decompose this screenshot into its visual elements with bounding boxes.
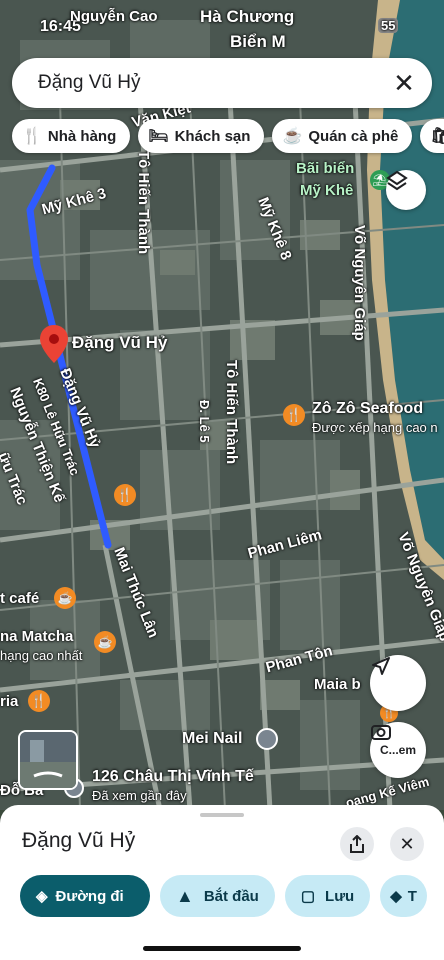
poi-subtitle: Đã xem gần đây [92,788,187,803]
navigation-icon: ▲ [176,885,194,906]
map-label: Mỹ Khê [300,182,354,199]
cafe-pin-icon[interactable]: ☕ [94,631,116,653]
search-bar[interactable]: Đặng Vũ Hỷ ✕ [12,58,432,108]
start-label: Bắt đầu [203,887,259,905]
directions-icon: ◈ [36,888,48,905]
map-label: Nguyễn Cao [70,8,158,25]
layers-button[interactable] [386,170,426,210]
cafe-pin-icon[interactable]: ☕ [54,587,76,609]
place-title: Đặng Vũ Hỷ [22,829,136,852]
home-indicator [143,946,301,951]
street-view-icon [20,732,76,788]
place-pin-icon[interactable] [256,728,278,750]
drag-handle[interactable] [200,813,244,817]
camera-search-icon [371,725,391,740]
category-chips: 🍴 Nhà hàng 🛏 Khách sạn ☕ Quán cà phê 🛍 [12,119,444,155]
map-label: Bãi biển [296,160,355,177]
poi-name: 126 Châu Thị Vĩnh Tế [92,768,254,785]
chip-restaurants[interactable]: 🍴 Nhà hàng [12,119,131,153]
search-input[interactable]: Đặng Vũ Hỷ [38,72,384,94]
selected-place-label: Đặng Vũ Hỷ [72,333,168,352]
map-label: Maia b [314,676,361,693]
action-buttons: ◈ Đường đi ▲ Bắt đầu ▢ Lưu ◆ T [20,875,427,917]
map-label: Võ Nguyên Giáp [351,225,368,341]
label-icon: ◆ [390,888,402,905]
fork-knife-icon: 🍴 [22,128,42,145]
share-button[interactable] [340,827,374,861]
save-label: Lưu [325,887,355,905]
map-label: Tô Hiến Thành [135,150,152,255]
poi-name: Mei Nail [182,730,243,747]
chip-label: Nhà hàng [47,127,117,145]
locate-me-button[interactable] [370,655,426,711]
map-view[interactable]: 16:45 55 Nguyễn Cao Hà Chương Biển M Văn… [0,0,444,810]
restaurant-pin-icon[interactable]: 🍴 [28,690,50,712]
close-icon[interactable]: ✕ [384,63,424,103]
chip-shopping[interactable]: 🛍 [420,119,444,153]
save-button[interactable]: ▢ Lưu [284,875,371,917]
chip-label: Khách sạn [174,127,251,145]
layers-icon [386,170,408,191]
poi-name: na Matcha [0,628,74,645]
close-icon: ✕ [399,833,415,854]
camera-search-button[interactable]: C...em [370,722,426,778]
chip-label: Quán cà phê [308,127,399,145]
map-label: Đ. Lê 5 [197,400,212,443]
start-button[interactable]: ▲ Bắt đầu [160,875,275,917]
navigation-arrow-icon [372,657,390,675]
restaurant-pin-icon[interactable]: 🍴 [283,404,305,426]
close-sheet-button[interactable]: ✕ [390,827,424,861]
chip-coffee[interactable]: ☕ Quán cà phê [272,119,413,153]
directions-label: Đường đi [55,887,124,905]
place-bottom-sheet[interactable]: Đặng Vũ Hỷ ✕ ◈ Đường đi ▲ Bắt đầu ▢ Lưu ◆ T [0,805,444,960]
camera-label: C...em [379,743,416,757]
battery-indicator: 55 [378,18,399,33]
poi-name: ria [0,693,19,710]
poi-subtitle: Được xếp hạng cao n [312,420,438,435]
map-label: Biển M [230,32,286,51]
poi-name: Zô Zô Seafood [312,400,424,417]
street-view-thumbnail[interactable] [18,730,78,790]
map-label: Tô Hiến Thành [223,360,240,465]
poi-subtitle: hạng cao nhất [0,648,83,663]
bookmark-icon: ▢ [300,888,316,905]
poi-name: t café [0,590,40,607]
shopping-bag-icon: 🛍 [430,128,444,145]
share-icon [350,835,364,853]
label-label: T [407,887,417,905]
bed-icon: 🛏 [148,128,169,145]
coffee-cup-icon: ☕ [282,128,303,145]
chip-hotels[interactable]: 🛏 Khách sạn [138,119,265,153]
label-button[interactable]: ◆ T [380,875,427,917]
map-label: Hà Chương [200,7,295,26]
directions-button[interactable]: ◈ Đường đi [20,875,150,917]
restaurant-pin-icon[interactable]: 🍴 [114,484,136,506]
